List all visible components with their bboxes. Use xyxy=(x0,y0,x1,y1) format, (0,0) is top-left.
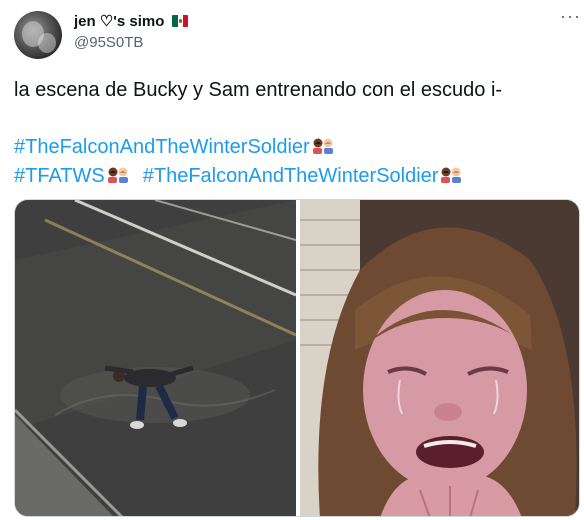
handshake-emoji-icon xyxy=(440,165,462,192)
handshake-emoji-icon xyxy=(107,165,129,192)
hashtag-link[interactable]: #TheFalconAndTheWinterSoldier xyxy=(143,165,439,187)
more-options-icon[interactable]: ··· xyxy=(560,6,581,27)
tweet-card[interactable]: jen ♡'s simo @95S0TB ··· la escena de Bu… xyxy=(0,0,584,520)
photo-person-lying-on-wet-road[interactable] xyxy=(15,200,296,516)
photo-crying-person[interactable] xyxy=(300,200,579,516)
tweet-text: la escena de Bucky y Sam entrenando con … xyxy=(14,79,503,101)
hashtag-link[interactable]: #TFATWS xyxy=(14,165,105,187)
author-display-name[interactable]: jen ♡'s simo xyxy=(74,12,164,30)
handshake-emoji-icon xyxy=(312,136,334,163)
author-handle[interactable]: @95S0TB xyxy=(74,34,143,51)
author-name-row[interactable]: jen ♡'s simo xyxy=(74,12,189,30)
avatar[interactable] xyxy=(14,11,62,59)
mexico-flag-icon xyxy=(172,15,189,27)
media-grid[interactable] xyxy=(14,199,580,517)
hashtag-link[interactable]: #TheFalconAndTheWinterSoldier xyxy=(14,136,310,158)
hashtag-block: #TheFalconAndTheWinterSoldier #TFATWS #T… xyxy=(14,134,462,192)
